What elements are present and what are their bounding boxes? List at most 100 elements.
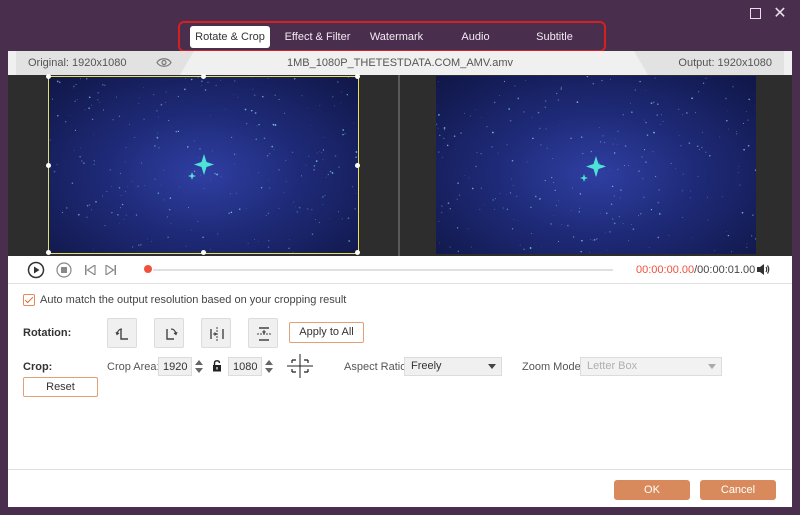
star-dot (523, 111, 525, 113)
star-dot (604, 142, 606, 144)
next-frame-icon[interactable] (105, 265, 117, 275)
progress-handle[interactable] (144, 265, 152, 273)
star-dot (508, 108, 511, 110)
crop-handle-right[interactable] (355, 163, 360, 168)
crop-handle-bottom-left[interactable] (46, 250, 51, 255)
progress-track[interactable] (153, 269, 613, 271)
maximize-icon (750, 8, 761, 19)
increment-icon[interactable] (195, 360, 203, 365)
star-dot (551, 176, 553, 179)
crop-handle-left[interactable] (46, 163, 51, 168)
decrement-icon[interactable] (265, 368, 273, 373)
stop-icon[interactable] (56, 262, 72, 278)
star-dot (682, 173, 684, 175)
star-dot (642, 177, 644, 180)
star-dot (492, 199, 494, 201)
apply-to-all-button[interactable]: Apply to All (289, 322, 364, 343)
crop-height-stepper[interactable] (264, 357, 274, 376)
star-dot (695, 112, 696, 114)
star-dot (690, 190, 692, 192)
star-dot (660, 124, 662, 125)
crop-handle-top-right[interactable] (355, 74, 360, 79)
star-dot (553, 215, 555, 217)
crop-width-field[interactable] (158, 357, 192, 376)
auto-match-checkbox[interactable] (23, 294, 35, 306)
info-bar: 1MB_1080P_THETESTDATA.COM_AMV.amv Origin… (8, 51, 792, 75)
star-dot (539, 127, 541, 130)
lock-aspect-icon[interactable] (212, 360, 222, 372)
cancel-button[interactable]: Cancel (700, 480, 776, 500)
crop-frame[interactable] (46, 74, 360, 255)
tab-watermark[interactable]: Watermark (357, 26, 436, 48)
crop-width-stepper[interactable] (194, 357, 204, 376)
star-dot (438, 81, 440, 83)
flip-vertical-button[interactable] (248, 318, 278, 348)
star-dot (652, 101, 655, 104)
star-dot (498, 95, 500, 97)
crop-width-input[interactable] (159, 358, 191, 375)
star-dot (470, 115, 472, 117)
star-dot (746, 246, 748, 249)
center-crop-icon[interactable] (287, 354, 313, 378)
star-dot (738, 165, 740, 167)
eye-icon[interactable] (156, 57, 172, 68)
star-dot (439, 242, 441, 244)
crop-height-field[interactable] (228, 357, 262, 376)
crop-handle-bottom[interactable] (201, 250, 206, 255)
crop-height-input[interactable] (229, 358, 261, 375)
star-dot (743, 122, 744, 124)
star-dot (494, 198, 496, 200)
star-dot (736, 131, 738, 132)
star-dot (632, 228, 635, 231)
star-dot (517, 97, 519, 99)
star-dot (475, 165, 477, 168)
play-icon[interactable] (27, 261, 45, 279)
crop-handle-top-left[interactable] (46, 74, 51, 79)
zoom-mode-value: Letter Box (587, 360, 638, 372)
star-dot (593, 239, 596, 241)
volume-icon[interactable] (756, 263, 770, 276)
star-dot (732, 86, 734, 88)
star-dot (610, 203, 613, 205)
output-preview (436, 76, 756, 254)
tab-subtitle[interactable]: Subtitle (515, 26, 594, 48)
decrement-icon[interactable] (195, 368, 203, 373)
star-dot (652, 151, 654, 153)
star-dot (440, 211, 443, 214)
star-dot (617, 130, 619, 133)
star-dot (526, 161, 528, 163)
star-dot (598, 127, 600, 129)
star-dot (544, 106, 546, 108)
chevron-down-icon (488, 364, 496, 369)
maximize-button[interactable] (749, 7, 763, 21)
star-dot (560, 88, 562, 90)
star-dot (484, 204, 485, 206)
star-dot (532, 137, 534, 140)
rotate-right-button[interactable] (154, 318, 184, 348)
crop-handle-bottom-right[interactable] (355, 250, 360, 255)
flip-horizontal-button[interactable] (201, 318, 231, 348)
tab-rotate-crop[interactable]: Rotate & Crop (190, 25, 270, 48)
ok-button[interactable]: OK (614, 480, 690, 500)
star-dot (660, 114, 662, 116)
star-dot (731, 251, 733, 253)
crop-label: Crop: (23, 361, 53, 373)
star-dot (464, 175, 466, 176)
star-dot (650, 209, 653, 211)
star-dot (638, 215, 639, 217)
star-dot (618, 215, 620, 218)
rotate-left-button[interactable] (107, 318, 137, 348)
zoom-mode-select: Letter Box (580, 357, 722, 376)
previous-frame-icon[interactable] (84, 265, 96, 275)
tab-audio[interactable]: Audio (436, 26, 515, 48)
tab-effect-filter[interactable]: Effect & Filter (278, 26, 357, 48)
crop-handle-top[interactable] (201, 74, 206, 79)
star-dot (598, 162, 600, 164)
close-button[interactable]: ✕ (773, 6, 787, 22)
star-dot (599, 141, 602, 143)
editor-panel: 1MB_1080P_THETESTDATA.COM_AMV.amv Origin… (8, 51, 792, 507)
aspect-ratio-select[interactable]: Freely (404, 357, 502, 376)
star-dot (545, 128, 547, 130)
reset-button[interactable]: Reset (23, 377, 98, 397)
increment-icon[interactable] (265, 360, 273, 365)
